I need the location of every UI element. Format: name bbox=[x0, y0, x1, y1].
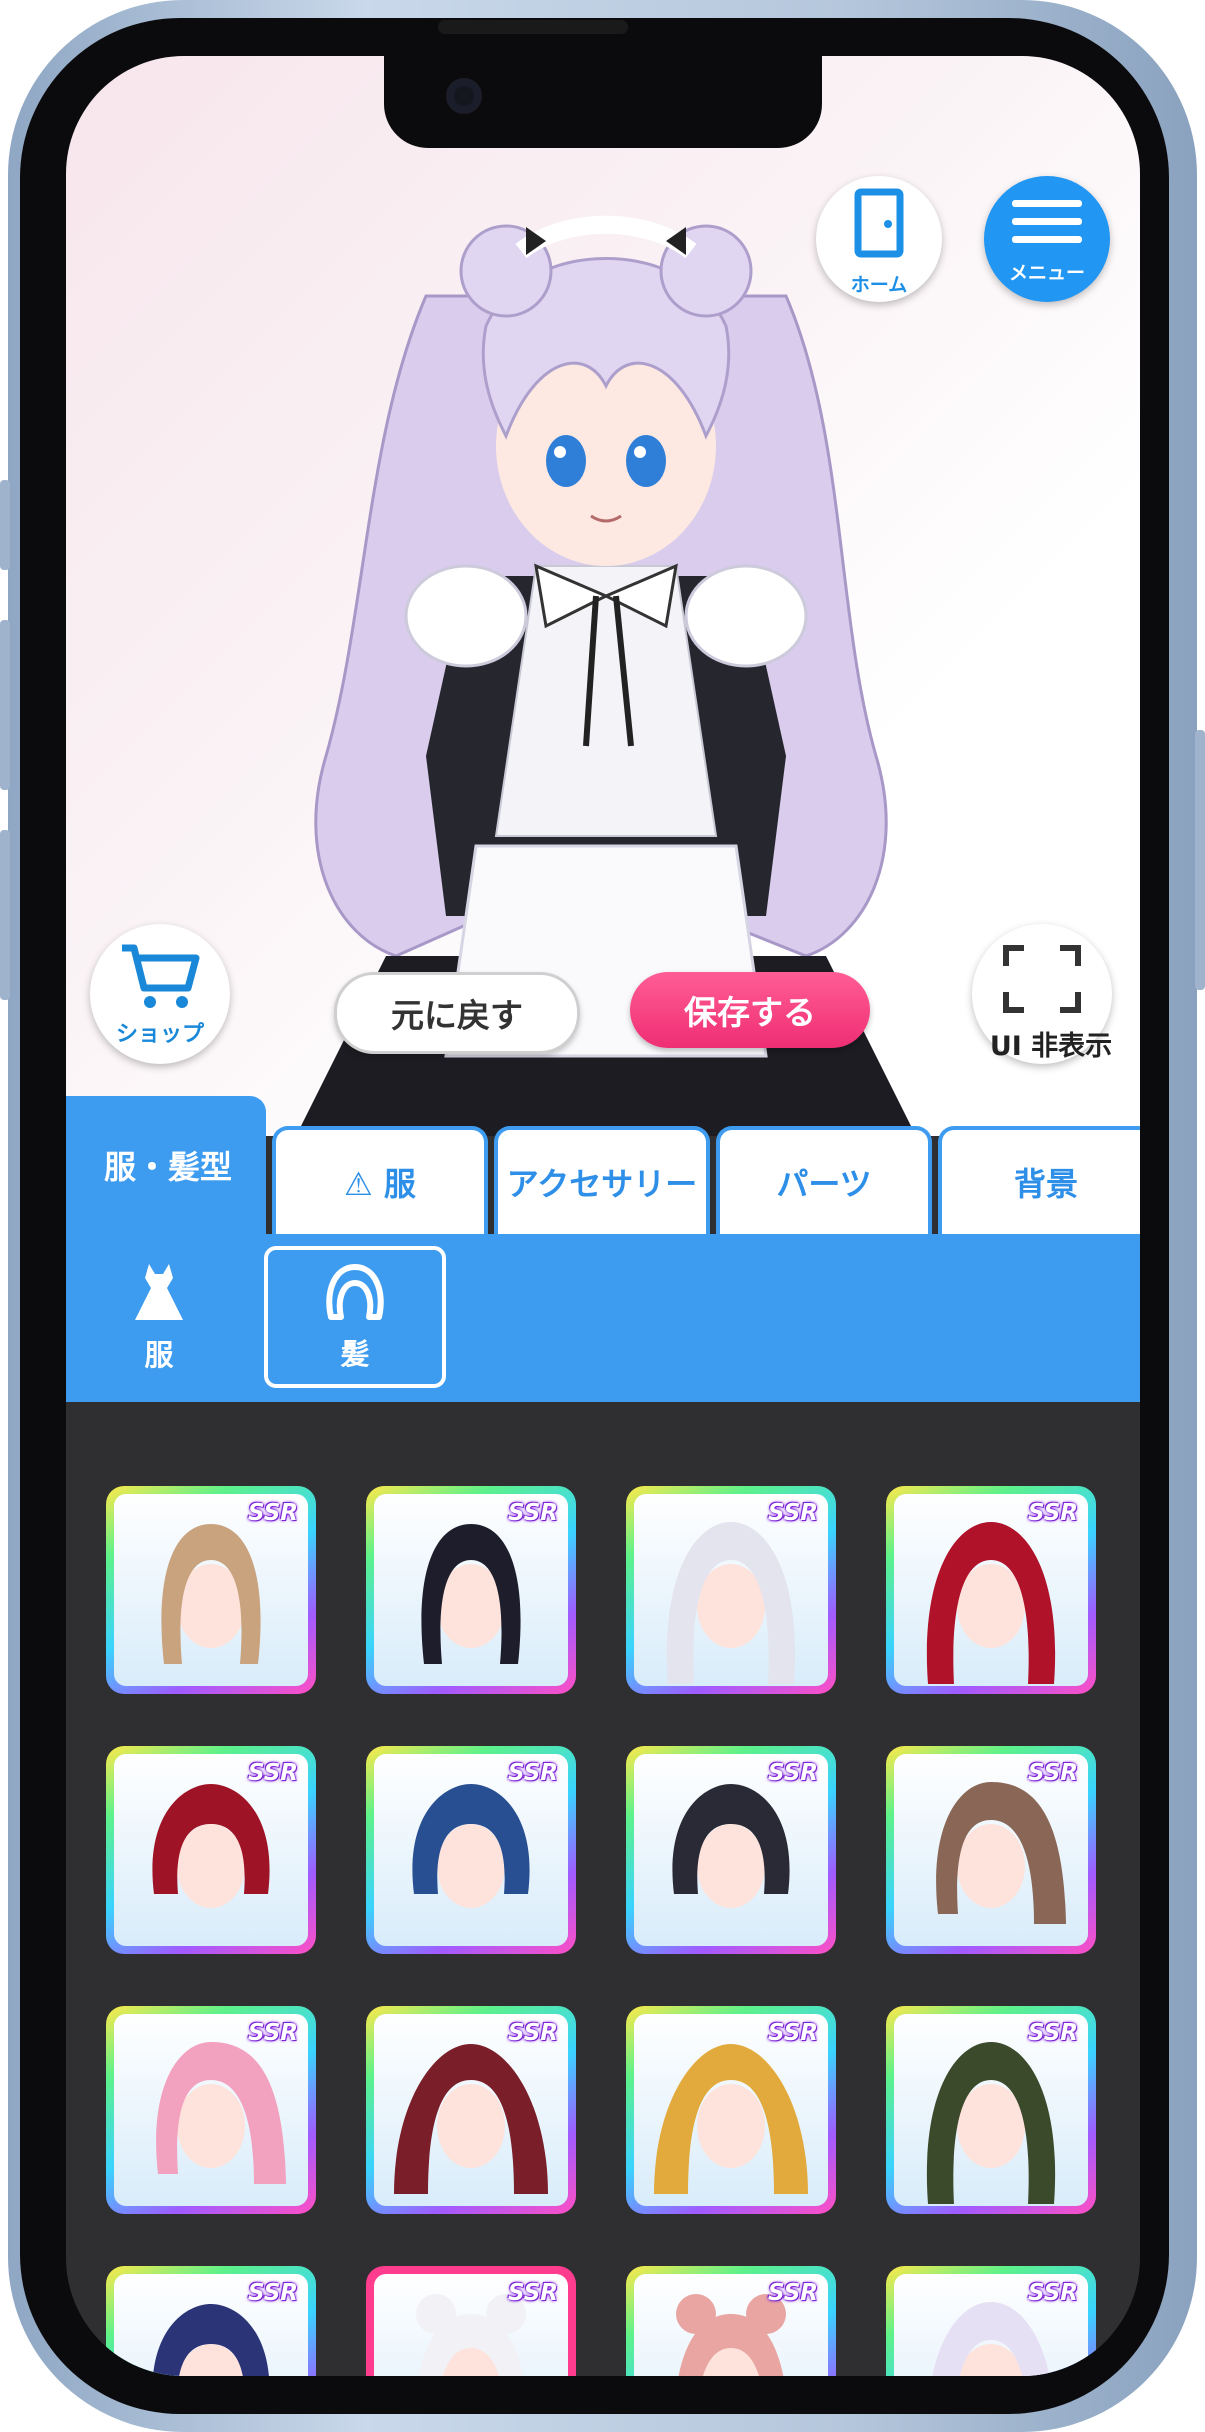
hair-item-thumbnail: SSR bbox=[114, 2274, 308, 2376]
hair-item-thumbnail: SSR bbox=[374, 1494, 568, 1686]
hair-item-card[interactable]: SSR bbox=[626, 1486, 836, 1694]
rarity-badge: SSR bbox=[507, 1500, 558, 1526]
rarity-badge: SSR bbox=[247, 2280, 298, 2306]
hair-item-thumbnail: SSR bbox=[634, 1494, 828, 1686]
volume-down-button bbox=[0, 620, 10, 790]
fullscreen-icon bbox=[1003, 945, 1081, 1013]
hair-item-thumbnail: SSR bbox=[634, 1754, 828, 1946]
hair-item-card[interactable]: SSR bbox=[106, 1486, 316, 1694]
revert-button[interactable]: 元に戻す bbox=[334, 972, 580, 1054]
volume-up-button bbox=[0, 480, 10, 570]
shop-label: ショップ bbox=[115, 1022, 204, 1047]
hair-item-thumbnail: SSR bbox=[114, 2014, 308, 2206]
hair-item-card[interactable]: SSR bbox=[626, 1746, 836, 1954]
hair-item-card[interactable]: SSR bbox=[106, 2006, 316, 2214]
tab-parts[interactable]: パーツ bbox=[716, 1126, 932, 1234]
hair-item-thumbnail: SSR bbox=[634, 2014, 828, 2206]
rarity-badge: SSR bbox=[767, 2280, 818, 2306]
subtab-hair[interactable]: 髪 bbox=[264, 1246, 446, 1388]
menu-button[interactable]: メニュー bbox=[984, 176, 1110, 302]
hair-item-card[interactable]: SSR bbox=[366, 1746, 576, 1954]
hair-item-card[interactable]: SSR bbox=[366, 2006, 576, 2214]
subtab-clothes[interactable]: 服 bbox=[68, 1246, 250, 1388]
hair-item-card[interactable]: SSR bbox=[366, 2266, 576, 2376]
hair-item-thumbnail: SSR bbox=[894, 2014, 1088, 2206]
hair-item-thumbnail: SSR bbox=[894, 1754, 1088, 1946]
hair-item-card[interactable]: SSR bbox=[886, 2006, 1096, 2214]
hamburger-icon bbox=[1012, 200, 1082, 243]
rarity-badge: SSR bbox=[247, 2020, 298, 2046]
tab-accessories[interactable]: アクセサリー bbox=[494, 1126, 710, 1234]
hair-item-thumbnail: SSR bbox=[894, 2274, 1088, 2376]
hair-item-thumbnail: SSR bbox=[114, 1494, 308, 1686]
front-camera bbox=[446, 78, 482, 114]
menu-label: メニュー bbox=[1008, 262, 1085, 284]
tab-outfit-hair[interactable]: 服・髪型 bbox=[66, 1096, 266, 1234]
shop-button[interactable]: ショップ bbox=[90, 924, 230, 1064]
home-button[interactable]: ホーム bbox=[816, 176, 942, 302]
hair-item-thumbnail: SSR bbox=[374, 2274, 568, 2376]
app-screen: ホーム メニュー ショップ 元に戻す 保存する UI 非表示 服・髪型 ⚠ 服 … bbox=[66, 56, 1140, 2376]
rarity-badge: SSR bbox=[1027, 2280, 1078, 2306]
power-button bbox=[1195, 730, 1205, 990]
rarity-badge: SSR bbox=[1027, 1500, 1078, 1526]
rarity-badge: SSR bbox=[1027, 2020, 1078, 2046]
category-tabs: 服・髪型 ⚠ 服 アクセサリー パーツ 背景 bbox=[66, 1096, 1140, 1234]
rarity-badge: SSR bbox=[767, 1760, 818, 1786]
subcategory-bar: 服 髪 bbox=[66, 1234, 1140, 1402]
rarity-badge: SSR bbox=[767, 2020, 818, 2046]
rarity-badge: SSR bbox=[507, 2280, 558, 2306]
volume-down-button-2 bbox=[0, 830, 10, 1000]
hair-item-card[interactable]: SSR bbox=[886, 1486, 1096, 1694]
hair-item-thumbnail: SSR bbox=[634, 2274, 828, 2376]
dress-icon bbox=[135, 1264, 183, 1320]
save-button[interactable]: 保存する bbox=[630, 972, 870, 1048]
hair-item-card[interactable]: SSR bbox=[106, 2266, 316, 2376]
subtab-clothes-label: 服 bbox=[144, 1338, 174, 1372]
rarity-badge: SSR bbox=[247, 1760, 298, 1786]
rarity-badge: SSR bbox=[1027, 1760, 1078, 1786]
hair-item-thumbnail: SSR bbox=[374, 2014, 568, 2206]
hair-item-card[interactable]: SSR bbox=[886, 1746, 1096, 1954]
hide-ui-label: UI 非表示 bbox=[989, 1031, 1113, 1062]
speaker-grille bbox=[438, 20, 628, 34]
hair-item-card[interactable]: SSR bbox=[106, 1746, 316, 1954]
cart-icon bbox=[122, 944, 200, 1008]
hair-item-card[interactable]: SSR bbox=[366, 1486, 576, 1694]
hair-item-thumbnail: SSR bbox=[374, 1754, 568, 1946]
notch bbox=[384, 56, 822, 148]
hair-item-card[interactable]: SSR bbox=[626, 2006, 836, 2214]
hair-item-card[interactable]: SSR bbox=[886, 2266, 1096, 2376]
hair-item-card[interactable]: SSR bbox=[626, 2266, 836, 2376]
character-preview[interactable]: ホーム メニュー ショップ 元に戻す 保存する UI 非表示 bbox=[66, 56, 1140, 1136]
subtab-hair-label: 髪 bbox=[340, 1337, 370, 1371]
hair-item-thumbnail: SSR bbox=[114, 1754, 308, 1946]
home-label: ホーム bbox=[850, 274, 908, 296]
rarity-badge: SSR bbox=[247, 1500, 298, 1526]
tab-background[interactable]: 背景 bbox=[938, 1126, 1140, 1234]
rarity-badge: SSR bbox=[507, 1760, 558, 1786]
rarity-badge: SSR bbox=[507, 2020, 558, 2046]
hair-icon bbox=[326, 1264, 384, 1320]
tab-clothes[interactable]: ⚠ 服 bbox=[272, 1126, 488, 1234]
hair-item-thumbnail: SSR bbox=[894, 1494, 1088, 1686]
door-icon bbox=[854, 188, 904, 258]
rarity-badge: SSR bbox=[767, 1500, 818, 1526]
